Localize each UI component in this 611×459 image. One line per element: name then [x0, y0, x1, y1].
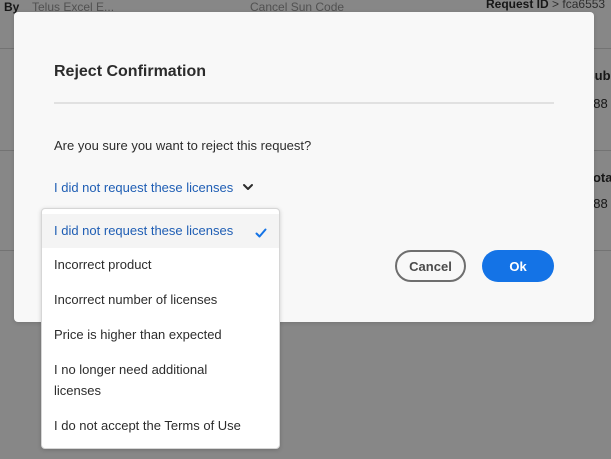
dialog-question: Are you sure you want to reject this req…	[54, 138, 312, 153]
dropdown-option-terms-of-use[interactable]: I do not accept the Terms of Use	[42, 415, 279, 437]
reason-dropdown-menu: I did not request these licenses Incorre…	[41, 208, 280, 449]
dialog-divider	[54, 102, 554, 104]
dialog-title: Reject Confirmation	[54, 63, 207, 80]
dropdown-option-no-longer-need[interactable]: I no longer need additional licenses	[42, 359, 279, 401]
cancel-button[interactable]: Cancel	[395, 250, 466, 282]
reason-picker[interactable]: I did not request these licenses	[54, 177, 254, 197]
dropdown-option-label: I no longer need additional licenses	[54, 362, 208, 398]
chevron-down-icon	[243, 184, 254, 190]
dropdown-option-did-not-request[interactable]: I did not request these licenses	[42, 214, 279, 248]
dropdown-option-incorrect-product[interactable]: Incorrect product	[42, 254, 279, 276]
dropdown-option-label: Price is higher than expected	[54, 327, 222, 342]
dropdown-option-price-higher[interactable]: Price is higher than expected	[42, 324, 279, 346]
checkmark-icon	[255, 228, 267, 238]
ok-button[interactable]: Ok	[482, 250, 554, 282]
dropdown-option-label: I do not accept the Terms of Use	[54, 418, 241, 433]
dropdown-option-label: Incorrect number of licenses	[54, 292, 218, 307]
dropdown-option-label: I did not request these licenses	[54, 223, 234, 238]
dropdown-option-incorrect-number[interactable]: Incorrect number of licenses	[42, 289, 279, 311]
dropdown-option-label: Incorrect product	[54, 257, 152, 272]
reason-picker-value: I did not request these licenses	[54, 179, 234, 195]
